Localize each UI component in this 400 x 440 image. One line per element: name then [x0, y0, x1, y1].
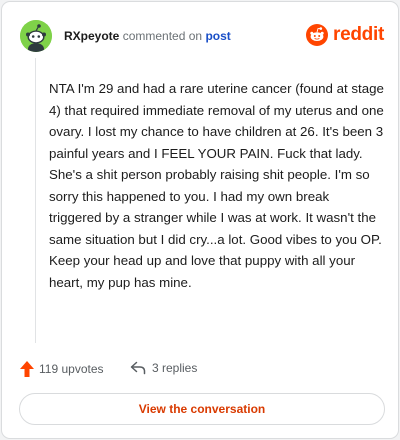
snoo-avatar-icon[interactable]: [20, 20, 52, 52]
upvote-button[interactable]: 119 upvotes: [20, 361, 104, 377]
thread-line: [35, 58, 36, 343]
replies-button[interactable]: 3 replies: [130, 361, 197, 375]
action-text: commented on: [122, 29, 203, 43]
username[interactable]: RXpeyote: [64, 29, 119, 43]
reddit-wordmark: reddit: [333, 24, 384, 45]
comment-embed-card: RXpeyote commented on post reddit NTA I'…: [1, 1, 399, 439]
reply-count: 3 replies: [152, 361, 198, 375]
comment-header: RXpeyote commented on post reddit: [20, 20, 384, 52]
upvote-arrow-icon: [20, 361, 34, 377]
comment-text: NTA I'm 29 and had a rare uterine cancer…: [49, 81, 384, 290]
reddit-logo-icon: [306, 24, 329, 46]
post-link[interactable]: post: [205, 29, 230, 43]
comment-meta: RXpeyote commented on post: [64, 29, 231, 43]
view-conversation-button[interactable]: View the conversation: [19, 393, 385, 425]
reddit-brand[interactable]: reddit: [306, 23, 384, 47]
reply-arrow-icon: [130, 361, 146, 375]
upvote-count: 119 upvotes: [39, 362, 104, 376]
comment-footer: 119 upvotes 3 replies: [20, 359, 384, 379]
